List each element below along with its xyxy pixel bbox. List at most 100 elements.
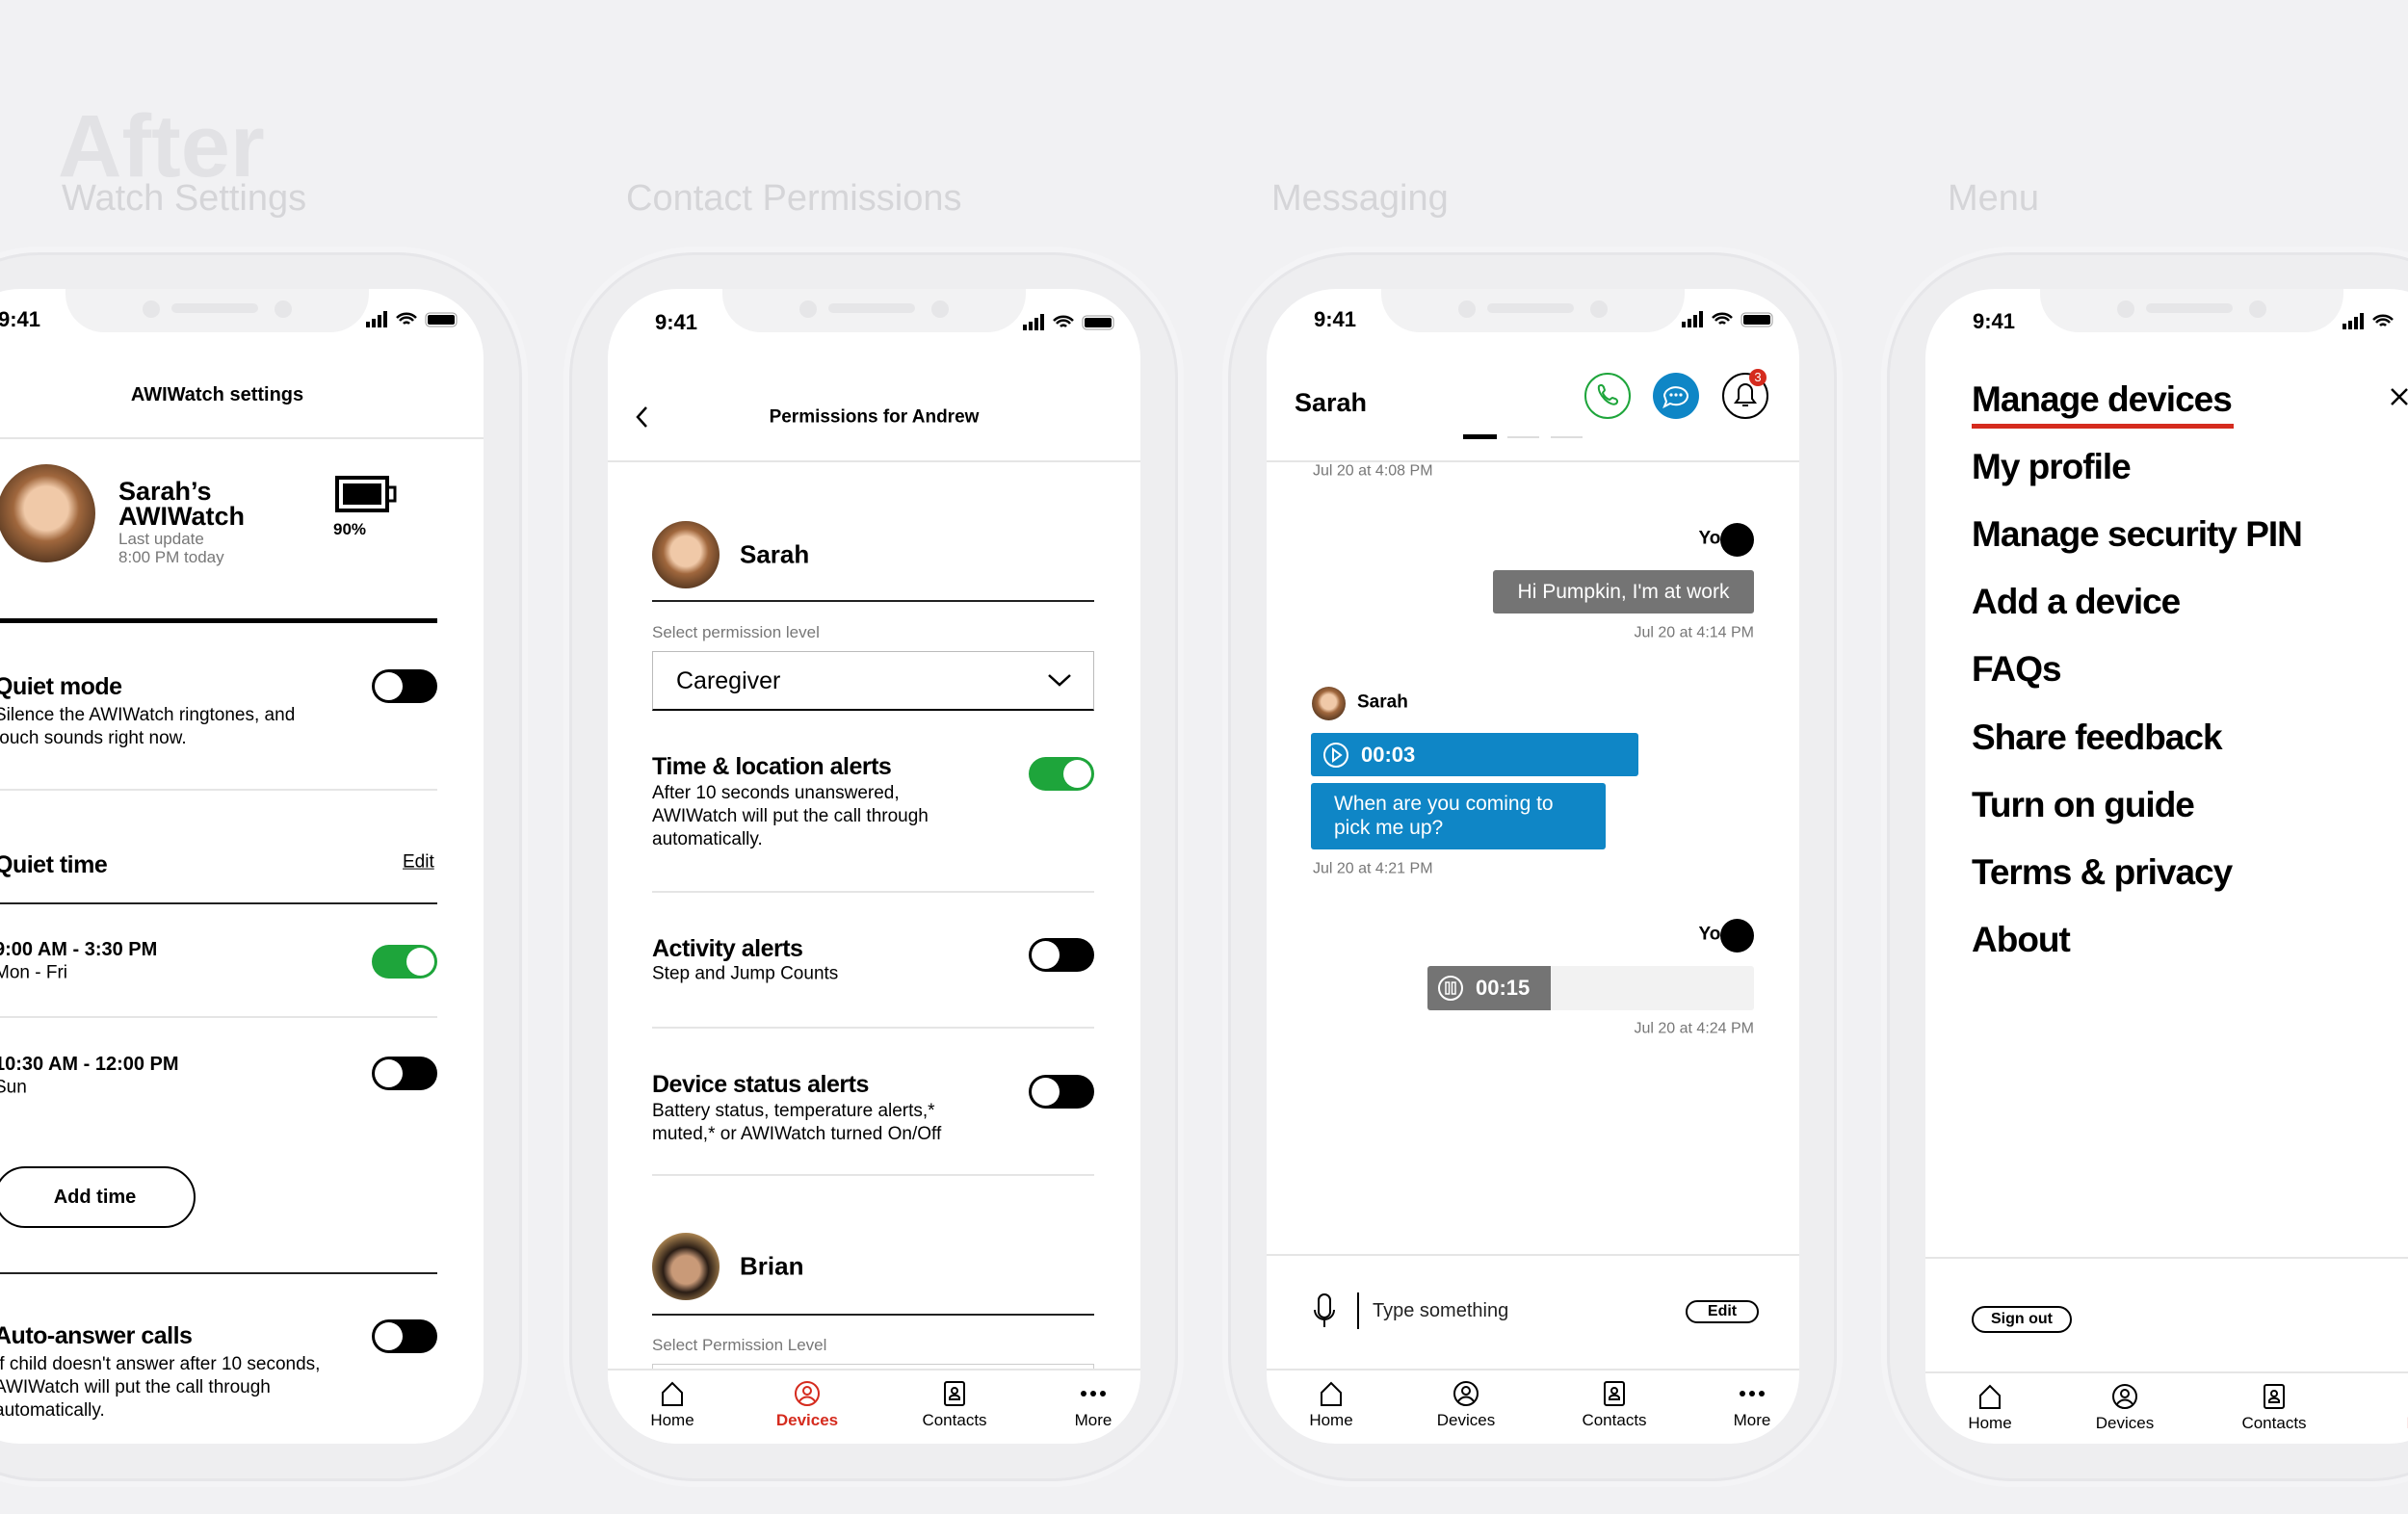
contact-name: Brian <box>740 1251 804 1281</box>
section-title-watch-settings: Watch Settings <box>62 178 307 220</box>
menu-item-my-profile[interactable]: My profile <box>1972 446 2132 488</box>
chevron-down-icon <box>1048 674 1071 687</box>
status-icons <box>2343 313 2394 329</box>
play-icon <box>1323 743 1348 768</box>
auto-answer-toggle[interactable] <box>372 1319 437 1353</box>
alert-desc: After 10 seconds unanswered, AWIWatch wi… <box>652 783 929 849</box>
contacts-icon <box>2264 1384 2285 1409</box>
watch-settings-screen: 9:41 AWIWatch settings Sarah’s AWIWatch … <box>0 289 484 1444</box>
quiet-mode-desc: Silence the AWIWatch ringtones, and touc… <box>0 705 296 748</box>
alert-title: Device status alerts <box>652 1071 869 1098</box>
call-button[interactable] <box>1584 372 1632 420</box>
device-status-alerts-toggle[interactable] <box>1029 1075 1094 1109</box>
audio-message[interactable]: 00:03 <box>1311 733 1638 776</box>
nav-devices[interactable]: Devices <box>1413 1380 1519 1430</box>
alert-desc: Step and Jump Counts <box>652 963 839 984</box>
bottom-nav: Home Devices Contacts More <box>608 1369 1140 1444</box>
last-update-time: 8:00 PM today <box>118 547 224 566</box>
close-icon[interactable] <box>2390 387 2408 406</box>
status-icons <box>1682 311 1773 327</box>
alert-title: Activity alerts <box>652 935 803 962</box>
contact-permissions-screen: 9:41 Permissions for Andrew Sarah Select… <box>608 289 1140 1444</box>
nav-home[interactable]: Home <box>1278 1380 1384 1430</box>
page-title: Permissions for Andrew <box>769 406 980 428</box>
edit-button[interactable]: Edit <box>1686 1300 1759 1323</box>
dropdown-value: Caregiver <box>676 667 781 694</box>
bottom-nav: Home Devices Contacts More <box>1267 1369 1799 1444</box>
menu-item-faqs[interactable]: FAQs <box>1972 648 2062 691</box>
message-timestamp: Jul 20 at 4:08 PM <box>1313 462 1433 480</box>
menu-item-turn-on-guide[interactable]: Turn on guide <box>1972 784 2195 826</box>
alert-title: Time & location alerts <box>652 753 892 780</box>
schedule-days: Sun <box>0 1077 27 1098</box>
message-bubble: When are you coming to pick me up? <box>1311 783 1606 849</box>
notifications-button[interactable] <box>1721 368 1779 422</box>
nav-contacts[interactable]: Contacts <box>1561 1380 1667 1430</box>
menu-item-terms-privacy[interactable]: Terms & privacy <box>1972 851 2233 894</box>
section-title-contact-permissions: Contact Permissions <box>626 178 962 220</box>
nav-devices[interactable]: Devices <box>754 1380 860 1430</box>
status-icons <box>366 311 458 327</box>
nav-more[interactable]: More <box>1699 1380 1799 1430</box>
menu-item-security-pin[interactable]: Manage security PIN <box>1972 513 2303 556</box>
sender-name: Sarah <box>1357 692 1408 713</box>
more-icon <box>1081 1391 1106 1397</box>
schedule-toggle[interactable] <box>372 945 437 979</box>
permission-level-dropdown[interactable]: Caregiver <box>652 651 1094 711</box>
message-timestamp: Jul 20 at 4:14 PM <box>1634 624 1754 641</box>
status-time: 9:41 <box>1973 308 2016 333</box>
quiet-time-title: Quiet time <box>0 851 108 878</box>
edit-quiet-time-link[interactable]: Edit <box>403 852 434 874</box>
devices-icon <box>1453 1381 1479 1406</box>
audio-message[interactable]: 00:15 <box>1427 966 1754 1010</box>
nav-more[interactable]: More <box>2373 1383 2408 1433</box>
contact-name: Sarah <box>740 539 810 569</box>
schedule-time: 10:30 AM - 12:00 PM <box>0 1054 179 1075</box>
schedule-toggle[interactable] <box>372 1057 437 1090</box>
select-permission-label: Select permission level <box>652 622 820 641</box>
quiet-mode-title: Quiet mode <box>0 673 122 700</box>
alert-desc: Battery status, temperature alerts,* mut… <box>652 1101 942 1144</box>
pause-icon <box>1438 976 1463 1001</box>
menu-item-add-device[interactable]: Add a device <box>1972 581 2181 623</box>
add-time-button[interactable]: Add time <box>0 1166 196 1228</box>
last-update-label: Last update <box>118 529 204 548</box>
quiet-mode-toggle[interactable] <box>372 669 437 703</box>
bottom-nav: Home Devices Contacts More <box>1925 1371 2408 1444</box>
schedule-time: 9:00 AM - 3:30 PM <box>0 939 158 960</box>
message-bubble: Hi Pumpkin, I'm at work <box>1493 570 1754 613</box>
nav-devices[interactable]: Devices <box>2072 1383 2178 1433</box>
conversation-title: Sarah <box>1295 387 1368 417</box>
microphone-icon[interactable] <box>1313 1292 1336 1331</box>
time-location-alerts-toggle[interactable] <box>1029 757 1094 791</box>
nav-more[interactable]: More <box>1040 1380 1140 1430</box>
nav-contacts[interactable]: Contacts <box>2221 1383 2327 1433</box>
avatar <box>1720 919 1754 953</box>
status-time: 9:41 <box>1314 306 1357 331</box>
page-title: AWIWatch settings <box>130 384 304 405</box>
device-name: AWIWatch <box>118 501 245 531</box>
message-button[interactable] <box>1652 372 1700 420</box>
schedule-days: Mon - Fri <box>0 962 67 983</box>
home-icon <box>1979 1384 2001 1409</box>
menu-item-share-feedback[interactable]: Share feedback <box>1972 717 2223 759</box>
message-timestamp: Jul 20 at 4:24 PM <box>1634 1020 1754 1037</box>
contacts-icon <box>1604 1381 1625 1406</box>
nav-contacts[interactable]: Contacts <box>902 1380 1008 1430</box>
nav-home[interactable]: Home <box>619 1380 725 1430</box>
activity-alerts-toggle[interactable] <box>1029 938 1094 972</box>
message-timestamp: Jul 20 at 4:21 PM <box>1313 860 1433 877</box>
battery-percent: 90% <box>333 519 367 538</box>
menu-item-manage-devices[interactable]: Manage devices <box>1972 378 2233 421</box>
active-underline <box>1972 424 2234 429</box>
avatar <box>0 464 95 562</box>
avatar <box>1312 687 1346 720</box>
message-input[interactable]: Type something <box>1373 1299 1508 1322</box>
select-permission-label: Select Permission Level <box>652 1335 827 1354</box>
section-title-menu: Menu <box>1948 178 2040 220</box>
sign-out-button[interactable]: Sign out <box>1972 1306 2072 1333</box>
nav-home[interactable]: Home <box>1937 1383 2043 1433</box>
avatar <box>1720 523 1754 557</box>
menu-item-about[interactable]: About <box>1972 919 2071 961</box>
contacts-icon <box>944 1381 965 1406</box>
